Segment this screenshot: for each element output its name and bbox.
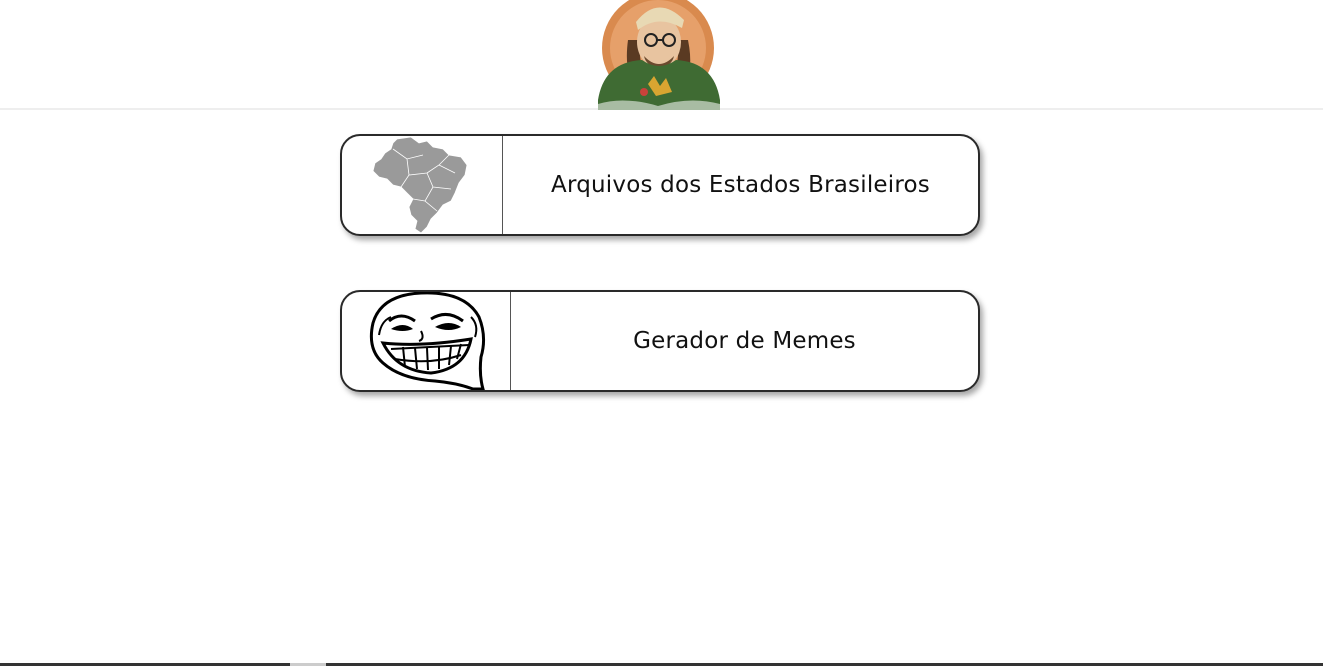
brazil-map-icon	[372, 136, 468, 234]
card-gerador-memes[interactable]: Gerador de Memes	[340, 290, 980, 392]
card-label: Arquivos dos Estados Brasileiros	[551, 172, 930, 198]
card-label: Gerador de Memes	[633, 328, 856, 354]
header	[0, 0, 1323, 110]
illustrated-avatar-icon	[598, 0, 720, 110]
trollface-icon	[369, 292, 486, 390]
card-thumbnail	[342, 136, 503, 234]
card-thumbnail	[342, 292, 511, 390]
card-estados-brasileiros[interactable]: Arquivos dos Estados Brasileiros	[340, 134, 980, 236]
avatar[interactable]	[594, 0, 724, 110]
